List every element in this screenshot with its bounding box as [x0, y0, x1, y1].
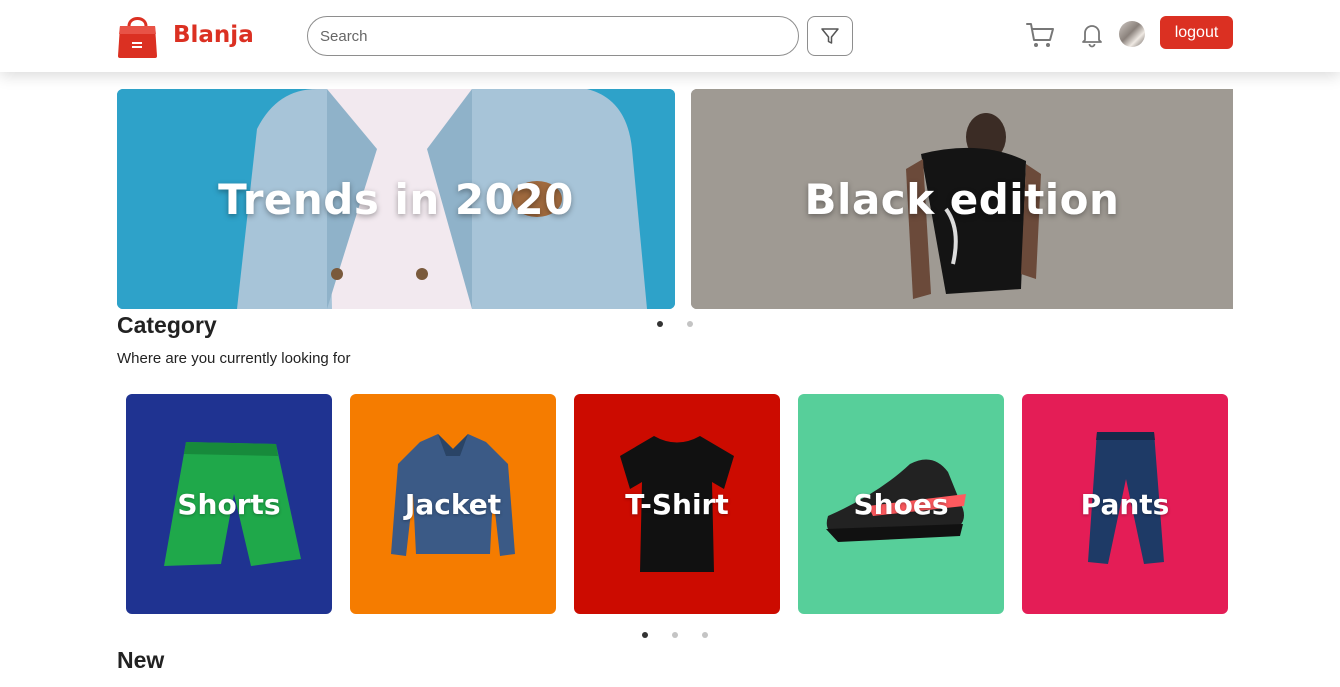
category-label: Jacket [404, 487, 502, 521]
search-input[interactable] [307, 16, 799, 56]
bell-icon[interactable] [1080, 22, 1104, 48]
new-section-title: New [117, 647, 165, 673]
category-label: Pants [1080, 487, 1170, 521]
banner-carousel-dot-1[interactable] [657, 321, 663, 327]
user-avatar[interactable] [1119, 21, 1145, 47]
banner-title: Trends in 2020 [218, 174, 574, 224]
category-carousel-dot-1[interactable] [642, 632, 648, 638]
filter-icon [821, 28, 839, 44]
banner-black-edition[interactable]: Black edition [691, 89, 1233, 309]
category-card-tshirt[interactable]: T-Shirt [574, 394, 780, 614]
category-carousel-dot-2[interactable] [672, 632, 678, 638]
category-card-shorts[interactable]: Shorts [126, 394, 332, 614]
category-label: T-Shirt [625, 487, 729, 521]
category-card-jacket[interactable]: Jacket [350, 394, 556, 614]
logout-button[interactable]: logout [1160, 16, 1233, 49]
bag-logo-icon [118, 17, 157, 58]
category-card-pants[interactable]: Pants [1022, 394, 1228, 614]
banner-carousel-dot-2[interactable] [687, 321, 693, 327]
category-label: Shoes [853, 487, 949, 521]
category-title: Category [117, 312, 217, 338]
cart-icon[interactable] [1025, 20, 1055, 50]
category-card-shoes[interactable]: Shoes [798, 394, 1004, 614]
brand[interactable]: Blanja [117, 12, 254, 58]
brand-name: Blanja [173, 22, 254, 48]
category-label: Shorts [177, 487, 281, 521]
category-carousel-dot-3[interactable] [702, 632, 708, 638]
top-navbar: Blanja logout [0, 0, 1340, 72]
banner-trends[interactable]: Trends in 2020 [117, 89, 675, 309]
category-subtitle: Where are you currently looking for [117, 350, 351, 367]
filter-button[interactable] [807, 16, 853, 56]
banner-title: Black edition [804, 174, 1120, 224]
